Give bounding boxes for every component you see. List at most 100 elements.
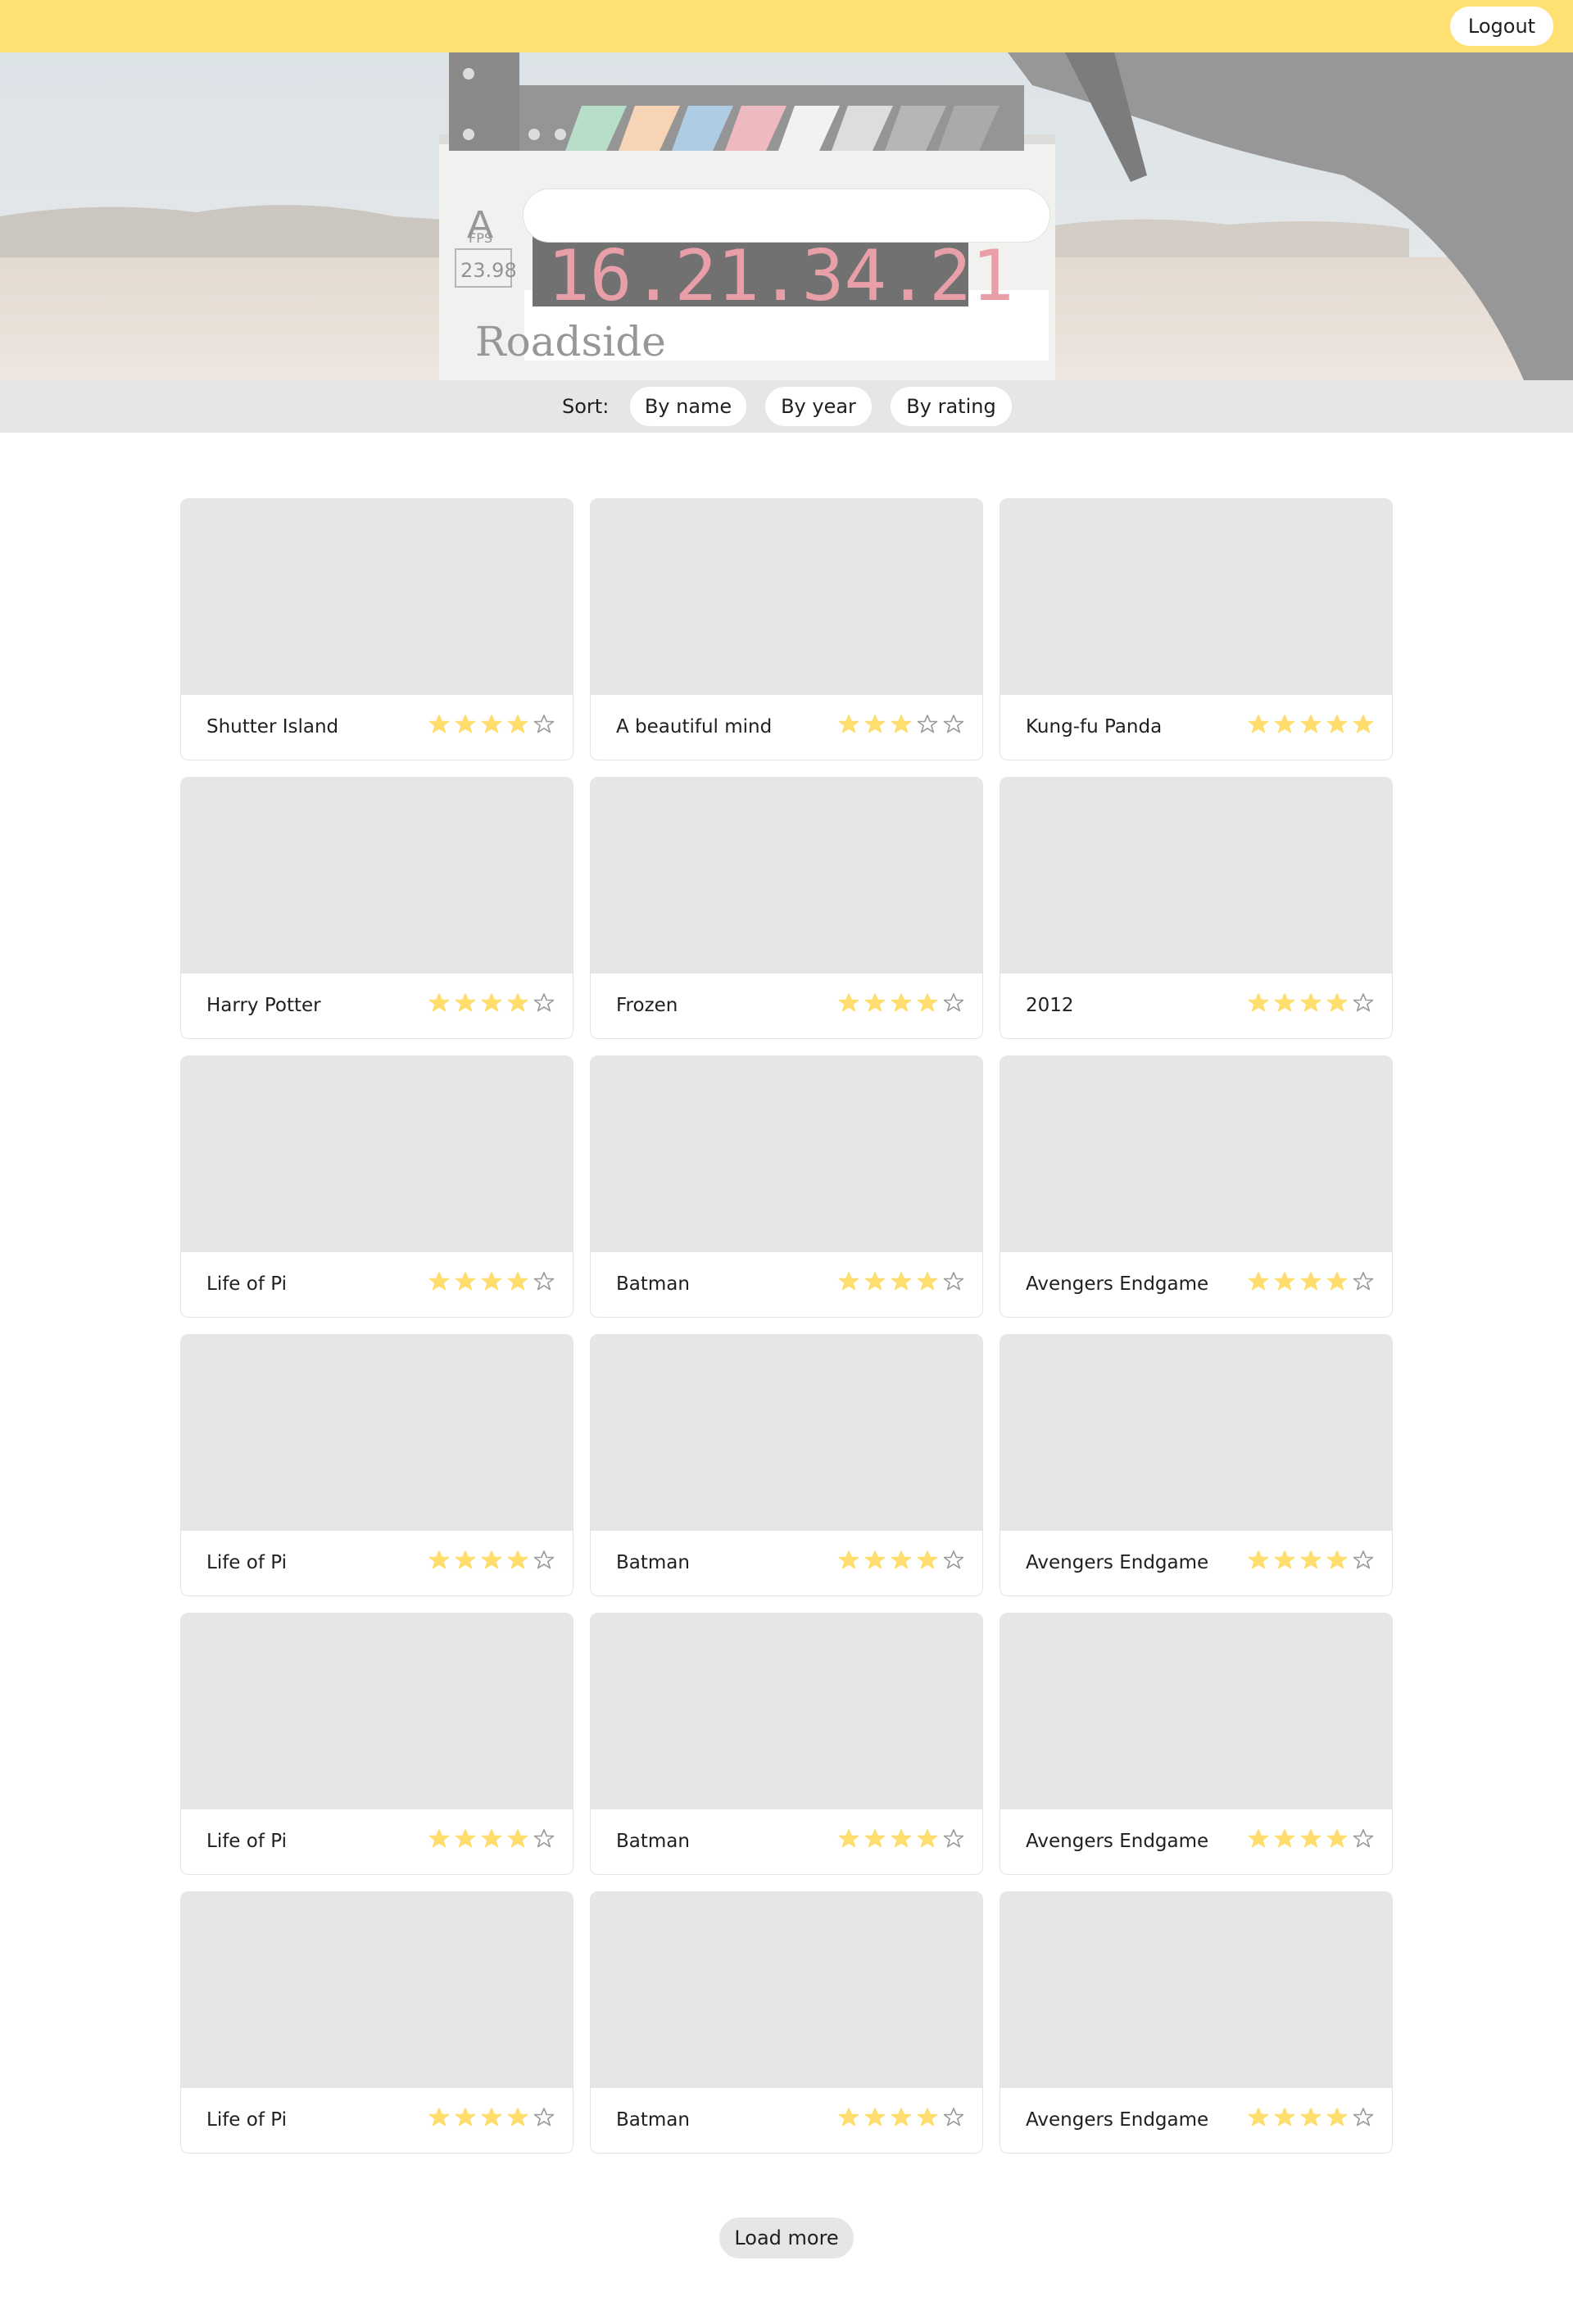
movie-card[interactable]: Kung-fu Panda	[1000, 498, 1393, 760]
star-rating[interactable]	[1247, 2107, 1375, 2130]
star-filled-icon[interactable]	[454, 992, 477, 1015]
movie-title[interactable]: Shutter Island	[206, 716, 338, 738]
movie-card[interactable]: Shutter Island	[180, 498, 573, 760]
movie-title[interactable]: Batman	[616, 2109, 690, 2131]
star-filled-icon[interactable]	[1247, 714, 1270, 737]
star-filled-icon[interactable]	[890, 2107, 913, 2130]
sort-by-year-button[interactable]: By year	[765, 387, 872, 426]
star-filled-icon[interactable]	[1247, 1828, 1270, 1851]
star-filled-icon[interactable]	[480, 1550, 503, 1573]
star-filled-icon[interactable]	[837, 2107, 860, 2130]
star-filled-icon[interactable]	[890, 1550, 913, 1573]
star-rating[interactable]	[837, 714, 965, 737]
star-filled-icon[interactable]	[837, 992, 860, 1015]
movie-poster-placeholder[interactable]	[181, 1335, 573, 1531]
star-filled-icon[interactable]	[454, 2107, 477, 2130]
star-rating[interactable]	[428, 1828, 555, 1851]
movie-title[interactable]: Avengers Endgame	[1026, 2109, 1208, 2131]
star-empty-icon[interactable]	[942, 714, 965, 737]
movie-card[interactable]: Avengers Endgame	[1000, 1613, 1393, 1875]
movie-card[interactable]: Batman	[590, 1055, 983, 1318]
star-filled-icon[interactable]	[1326, 714, 1349, 737]
star-filled-icon[interactable]	[1247, 992, 1270, 1015]
star-filled-icon[interactable]	[454, 1828, 477, 1851]
star-filled-icon[interactable]	[454, 714, 477, 737]
star-empty-icon[interactable]	[533, 714, 555, 737]
star-filled-icon[interactable]	[506, 2107, 529, 2130]
star-filled-icon[interactable]	[506, 992, 529, 1015]
star-empty-icon[interactable]	[942, 1550, 965, 1573]
search-input[interactable]	[523, 188, 1050, 243]
star-rating[interactable]	[1247, 1550, 1375, 1573]
star-rating[interactable]	[428, 714, 555, 737]
movie-title[interactable]: Avengers Endgame	[1026, 1831, 1208, 1852]
movie-poster-placeholder[interactable]	[591, 499, 982, 695]
movie-title[interactable]: Life of Pi	[206, 1831, 287, 1852]
star-filled-icon[interactable]	[428, 714, 451, 737]
movie-title[interactable]: Life of Pi	[206, 1273, 287, 1295]
movie-title[interactable]: Batman	[616, 1552, 690, 1573]
movie-poster-placeholder[interactable]	[1000, 1614, 1392, 1809]
movie-card[interactable]: Life of Pi	[180, 1334, 573, 1596]
movie-card[interactable]: Harry Potter	[180, 777, 573, 1039]
movie-poster-placeholder[interactable]	[591, 1892, 982, 2088]
movie-poster-placeholder[interactable]	[1000, 778, 1392, 974]
star-empty-icon[interactable]	[1352, 1828, 1375, 1851]
movie-poster-placeholder[interactable]	[1000, 499, 1392, 695]
sort-by-rating-button[interactable]: By rating	[891, 387, 1012, 426]
star-rating[interactable]	[428, 1550, 555, 1573]
star-filled-icon[interactable]	[1326, 1271, 1349, 1294]
movie-card[interactable]: A beautiful mind	[590, 498, 983, 760]
movie-card[interactable]: Life of Pi	[180, 1891, 573, 2154]
movie-poster-placeholder[interactable]	[1000, 1335, 1392, 1531]
star-filled-icon[interactable]	[864, 1271, 886, 1294]
star-filled-icon[interactable]	[1326, 1550, 1349, 1573]
star-rating[interactable]	[837, 992, 965, 1015]
movie-poster-placeholder[interactable]	[181, 1892, 573, 2088]
star-empty-icon[interactable]	[942, 1828, 965, 1851]
star-filled-icon[interactable]	[1247, 2107, 1270, 2130]
star-rating[interactable]	[1247, 1271, 1375, 1294]
star-rating[interactable]	[837, 1550, 965, 1573]
star-filled-icon[interactable]	[1299, 714, 1322, 737]
star-filled-icon[interactable]	[1273, 714, 1296, 737]
star-filled-icon[interactable]	[864, 714, 886, 737]
star-empty-icon[interactable]	[942, 1271, 965, 1294]
star-empty-icon[interactable]	[533, 992, 555, 1015]
star-filled-icon[interactable]	[864, 992, 886, 1015]
star-rating[interactable]	[837, 1828, 965, 1851]
star-filled-icon[interactable]	[428, 1550, 451, 1573]
star-rating[interactable]	[428, 992, 555, 1015]
star-filled-icon[interactable]	[428, 992, 451, 1015]
star-filled-icon[interactable]	[1326, 2107, 1349, 2130]
sort-by-name-button[interactable]: By name	[630, 387, 746, 426]
movie-poster-placeholder[interactable]	[591, 1614, 982, 1809]
star-filled-icon[interactable]	[1299, 992, 1322, 1015]
star-filled-icon[interactable]	[1273, 1271, 1296, 1294]
movie-title[interactable]: Batman	[616, 1831, 690, 1852]
star-filled-icon[interactable]	[864, 1828, 886, 1851]
star-rating[interactable]	[428, 2107, 555, 2130]
movie-poster-placeholder[interactable]	[1000, 1056, 1392, 1252]
star-filled-icon[interactable]	[1273, 1828, 1296, 1851]
movie-poster-placeholder[interactable]	[1000, 1892, 1392, 2088]
movie-poster-placeholder[interactable]	[181, 499, 573, 695]
star-filled-icon[interactable]	[480, 992, 503, 1015]
star-rating[interactable]	[837, 2107, 965, 2130]
star-filled-icon[interactable]	[506, 714, 529, 737]
movie-card[interactable]: Batman	[590, 1613, 983, 1875]
star-filled-icon[interactable]	[506, 1271, 529, 1294]
movie-card[interactable]: Life of Pi	[180, 1055, 573, 1318]
star-rating[interactable]	[428, 1271, 555, 1294]
movie-card[interactable]: Frozen	[590, 777, 983, 1039]
star-filled-icon[interactable]	[916, 1828, 939, 1851]
star-filled-icon[interactable]	[1326, 1828, 1349, 1851]
movie-title[interactable]: Frozen	[616, 995, 678, 1016]
star-filled-icon[interactable]	[428, 1828, 451, 1851]
star-filled-icon[interactable]	[506, 1550, 529, 1573]
star-rating[interactable]	[837, 1271, 965, 1294]
movie-poster-placeholder[interactable]	[181, 778, 573, 974]
star-filled-icon[interactable]	[890, 1828, 913, 1851]
star-filled-icon[interactable]	[916, 1550, 939, 1573]
movie-poster-placeholder[interactable]	[181, 1056, 573, 1252]
